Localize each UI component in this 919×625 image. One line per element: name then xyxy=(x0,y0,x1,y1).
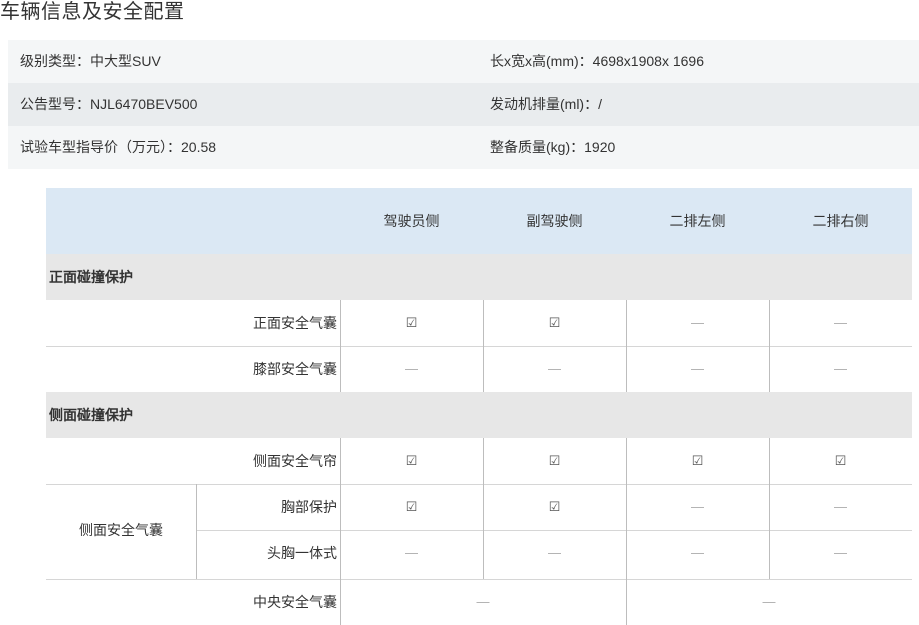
divider xyxy=(626,300,627,392)
info-value: 4698x1908x 1696 xyxy=(592,53,704,69)
header-second-row-right: 二排右侧 xyxy=(812,213,869,229)
cell-knee-airbag-driver: — xyxy=(405,361,418,376)
cell-chest-passenger: ☑ xyxy=(548,499,561,514)
cell-chest-rear-left: — xyxy=(691,499,704,514)
page-title: 车辆信息及安全配置 xyxy=(0,1,185,23)
divider xyxy=(196,484,197,579)
cell-knee-airbag-passenger: — xyxy=(548,361,561,376)
info-value: NJL6470BEV500 xyxy=(90,96,198,112)
info-label: 整备质量(kg)： xyxy=(490,139,585,155)
cell-center-airbag-front: — xyxy=(476,594,490,609)
info-level: 级别类型：中大型SUV xyxy=(20,40,161,83)
info-dimensions: 长x宽x高(mm)：4698x1908x 1696 xyxy=(490,40,704,83)
divider xyxy=(196,530,912,531)
header-second-row-left: 二排左侧 xyxy=(669,213,726,229)
cell-chest-driver: ☑ xyxy=(405,499,418,514)
cell-center-airbag-rear: — xyxy=(762,594,776,609)
info-label: 长x宽x高(mm)： xyxy=(490,53,593,69)
cell-side-curtain-driver: ☑ xyxy=(405,453,418,468)
divider xyxy=(340,300,341,392)
info-value: 中大型SUV xyxy=(90,53,161,69)
info-model: 公告型号：NJL6470BEV500 xyxy=(20,83,197,126)
info-label: 公告型号： xyxy=(20,96,90,112)
divider xyxy=(769,300,770,392)
vehicle-info-panel: 级别类型：中大型SUV 长x宽x高(mm)：4698x1908x 1696 公告… xyxy=(8,40,919,169)
section-label: 侧面碰撞保护 xyxy=(49,407,133,423)
info-value: / xyxy=(598,96,602,112)
divider xyxy=(626,438,627,625)
section-label: 正面碰撞保护 xyxy=(49,269,133,285)
row-label-chest: 胸部保护 xyxy=(281,499,337,515)
section-side-collision: 侧面碰撞保护 xyxy=(46,392,912,438)
group-label-side-airbag: 侧面安全气囊 xyxy=(79,522,163,538)
row-label-head-chest: 头胸一体式 xyxy=(267,545,337,561)
info-price: 试验车型指导价（万元）：20.58 xyxy=(20,126,216,169)
info-value: 1920 xyxy=(584,139,616,155)
info-label: 发动机排量(ml)： xyxy=(490,96,599,112)
cell-side-curtain-passenger: ☑ xyxy=(548,453,561,468)
divider xyxy=(483,300,484,392)
cell-head-chest-rear-right: — xyxy=(834,545,847,560)
row-label-center-airbag: 中央安全气囊 xyxy=(253,594,337,610)
cell-head-chest-passenger: — xyxy=(548,545,561,560)
header-passenger-side: 副驾驶侧 xyxy=(526,213,583,229)
cell-front-airbag-rear-left: — xyxy=(691,315,704,330)
cell-knee-airbag-rear-right: — xyxy=(834,361,847,376)
cell-chest-rear-right: — xyxy=(834,499,847,514)
divider xyxy=(340,438,341,625)
row-label-side-curtain: 侧面安全气帘 xyxy=(253,453,337,469)
divider xyxy=(483,438,484,579)
cell-head-chest-driver: — xyxy=(405,545,418,560)
divider xyxy=(46,579,912,580)
cell-front-airbag-driver: ☑ xyxy=(405,315,418,330)
info-label: 级别类型： xyxy=(20,53,90,69)
cell-side-curtain-rear-left: ☑ xyxy=(691,453,704,468)
info-label: 试验车型指导价（万元）： xyxy=(20,139,181,155)
divider xyxy=(46,346,912,347)
section-front-collision: 正面碰撞保护 xyxy=(46,254,912,300)
table-header: 驾驶员侧 副驾驶侧 二排左侧 二排右侧 xyxy=(46,188,912,254)
info-row: 公告型号：NJL6470BEV500 发动机排量(ml)：/ xyxy=(8,83,919,126)
row-label-front-airbag: 正面安全气囊 xyxy=(253,315,337,331)
divider xyxy=(46,484,912,485)
cell-head-chest-rear-left: — xyxy=(691,545,704,560)
info-displacement: 发动机排量(ml)：/ xyxy=(490,83,602,126)
cell-front-airbag-rear-right: — xyxy=(834,315,847,330)
info-curb-weight: 整备质量(kg)：1920 xyxy=(490,126,615,169)
safety-config-table: 驾驶员侧 副驾驶侧 二排左侧 二排右侧 正面碰撞保护 正面安全气囊 ☑ ☑ — … xyxy=(46,188,912,625)
cell-front-airbag-passenger: ☑ xyxy=(548,315,561,330)
cell-side-curtain-rear-right: ☑ xyxy=(834,453,847,468)
info-value: 20.58 xyxy=(181,139,217,155)
header-driver-side: 驾驶员侧 xyxy=(383,213,440,229)
info-row: 级别类型：中大型SUV 长x宽x高(mm)：4698x1908x 1696 xyxy=(8,40,919,83)
row-label-knee-airbag: 膝部安全气囊 xyxy=(253,361,337,377)
cell-knee-airbag-rear-left: — xyxy=(691,361,704,376)
divider xyxy=(769,438,770,579)
info-row: 试验车型指导价（万元）：20.58 整备质量(kg)：1920 xyxy=(8,126,919,169)
